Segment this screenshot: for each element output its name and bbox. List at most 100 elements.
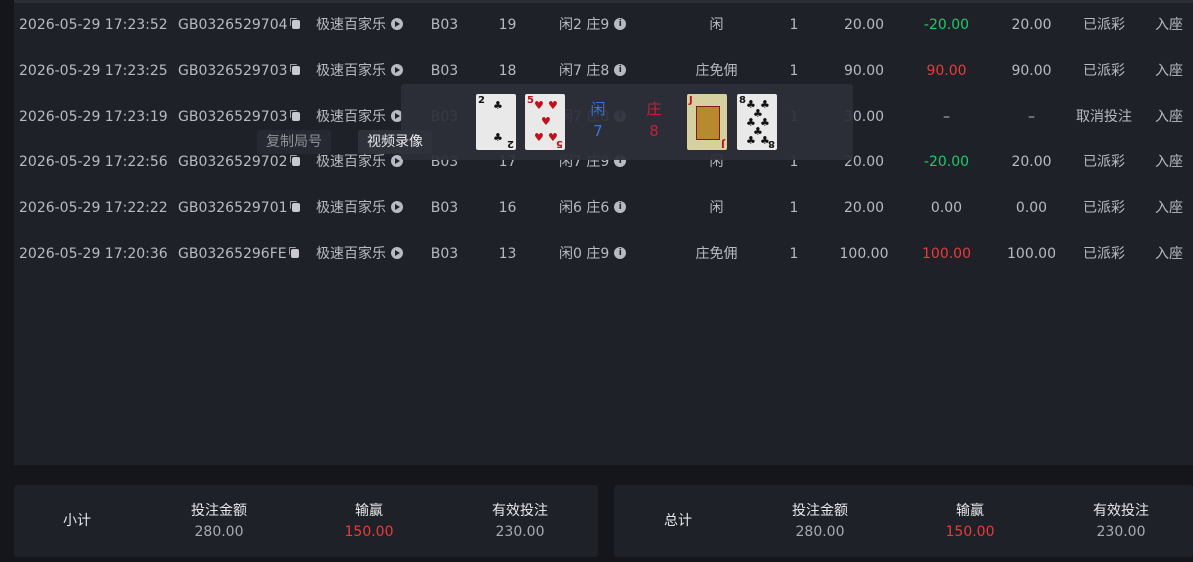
info-icon[interactable]: i [614, 246, 627, 259]
subtotal-bet-label: 投注金额 [191, 503, 247, 519]
bet-type-text: 闲 [709, 200, 724, 216]
player-score: 闲 7 [583, 98, 613, 142]
bet-type: 庄免佣 [669, 231, 764, 277]
total-valid: 有效投注 230.00 [1046, 501, 1193, 543]
subtotal-win-value: 150.00 [344, 524, 394, 540]
play-icon[interactable] [391, 17, 403, 30]
copy-icon[interactable] [289, 200, 300, 212]
win-loss: – [909, 94, 984, 140]
table-code-text: B03 [430, 63, 459, 79]
win-loss-text: 0.00 [930, 200, 963, 216]
seat-action-text: 入座 [1155, 246, 1183, 262]
copy-round-tooltip: 复制局号 [257, 130, 331, 154]
game-name-text: 极速百家乐 [316, 17, 386, 33]
copy-icon[interactable] [289, 63, 300, 75]
seat-action-text: 入座 [1155, 109, 1183, 125]
card-rank: J [689, 95, 693, 106]
win-loss-text: -20.00 [923, 154, 970, 170]
seat-action[interactable]: 入座 [1149, 2, 1189, 48]
video-replay-tooltip[interactable]: 视频录像 [358, 130, 432, 154]
round-id-text: GB0326529704 [178, 17, 288, 33]
copy-icon[interactable] [289, 109, 300, 121]
table-row: 2026-05-29 17:20:36 GB03265296FE 极速百家乐 B03 1… [14, 231, 1193, 277]
bet-time: 2026-05-29 17:23:52 [19, 2, 169, 48]
play-icon[interactable] [391, 246, 403, 259]
win-loss: -20.00 [909, 139, 984, 185]
banker-label: 庄 [646, 100, 662, 118]
table-code: B03 [417, 231, 472, 277]
bet-type: 闲 [669, 2, 764, 48]
seat-action[interactable]: 入座 [1149, 231, 1189, 277]
seat-action[interactable]: 入座 [1149, 94, 1189, 140]
win-loss-text: 90.00 [926, 63, 967, 79]
bet-amount: 20.00 [824, 185, 904, 231]
subtotal-bet-value: 280.00 [194, 524, 244, 540]
game-name: 极速百家乐 [316, 185, 411, 231]
copy-icon[interactable] [289, 154, 300, 166]
bet-amount-text: 100.00 [839, 246, 889, 262]
round-id-text: GB03265296FE [178, 246, 287, 262]
subtotal-win: 输赢 150.00 [294, 501, 444, 543]
payout-status-text: 已派彩 [1083, 63, 1125, 79]
total-bet: 投注金额 280.00 [745, 501, 895, 543]
total-valid-label: 有效投注 [1093, 503, 1149, 519]
bet-type-text: 庄免佣 [695, 63, 738, 79]
game-name-text: 极速百家乐 [316, 200, 386, 216]
total-bet-label: 投注金额 [792, 503, 848, 519]
info-icon[interactable]: i [614, 200, 627, 213]
seat-action[interactable]: 入座 [1149, 139, 1189, 185]
card-rank: J [721, 138, 725, 149]
round-result: 闲6 庄6 i [559, 185, 649, 231]
valid-bet: 20.00 [994, 139, 1069, 185]
seat-action-text: 入座 [1155, 17, 1183, 33]
info-icon[interactable]: i [614, 17, 627, 30]
round-result-text: 闲6 庄6 [559, 200, 610, 216]
round-result: 闲0 庄9 i [559, 231, 649, 277]
banker-card-2: 8 ♣ ♣ ♣ ♣ ♣ ♣ ♣ ♣ 8 [737, 94, 777, 150]
info-icon[interactable]: i [614, 63, 627, 76]
card-result-popup: 2 ♣ ♣ 2 5 ♥ ♥ ♥ ♥ ♥ 5 闲 7 庄 8 J J 8 ♣ ♣ … [401, 84, 853, 160]
bet-time: 2026-05-29 17:22:56 [19, 139, 169, 185]
round-id-text: GB0326529703 [178, 109, 288, 125]
seat-action[interactable]: 入座 [1149, 185, 1189, 231]
payout-status-text: 已派彩 [1083, 246, 1125, 262]
game-name-text: 极速百家乐 [316, 154, 386, 170]
valid-bet-text: 20.00 [1011, 154, 1052, 170]
win-loss: 90.00 [909, 48, 984, 94]
bet-time-text: 2026-05-29 17:23:25 [19, 63, 168, 79]
player-value: 7 [593, 122, 603, 140]
bet-count: 1 [779, 185, 809, 231]
bet-time-text: 2026-05-29 17:23:19 [19, 109, 168, 125]
payout-status: 已派彩 [1069, 2, 1139, 48]
round-result: 闲2 庄9 i [559, 2, 649, 48]
banker-value: 8 [649, 122, 659, 140]
bet-time: 2026-05-29 17:23:19 [19, 94, 169, 140]
player-label: 闲 [590, 100, 606, 118]
valid-bet: 90.00 [994, 48, 1069, 94]
valid-bet-text: – [1028, 109, 1035, 125]
card-rank: 8 [739, 95, 746, 106]
bet-amount-text: 20.00 [843, 200, 885, 216]
round-number: 16 [490, 185, 525, 231]
round-result-text: 闲2 庄9 [559, 17, 610, 33]
card-suit: ♣ [493, 99, 503, 112]
card-suit: ♣ [746, 134, 756, 147]
round-id: GB03265296FE [178, 231, 306, 277]
play-icon[interactable] [391, 63, 403, 76]
copy-icon[interactable] [289, 17, 300, 29]
seat-action[interactable]: 入座 [1149, 48, 1189, 94]
valid-bet: 100.00 [994, 231, 1069, 277]
game-name: 极速百家乐 [316, 231, 411, 277]
bet-count: 1 [779, 231, 809, 277]
round-number: 19 [490, 2, 525, 48]
card-suit: ♣ [493, 131, 503, 144]
play-icon[interactable] [391, 200, 403, 213]
copy-icon[interactable] [288, 246, 299, 258]
win-loss-text: -20.00 [923, 17, 970, 33]
game-name-text: 极速百家乐 [316, 63, 386, 79]
round-id: GB0326529704 [178, 2, 306, 48]
bet-time: 2026-05-29 17:20:36 [19, 231, 169, 277]
table-code-text: B03 [430, 246, 459, 262]
banker-card-1: J J [687, 94, 727, 150]
valid-bet: 20.00 [994, 2, 1069, 48]
